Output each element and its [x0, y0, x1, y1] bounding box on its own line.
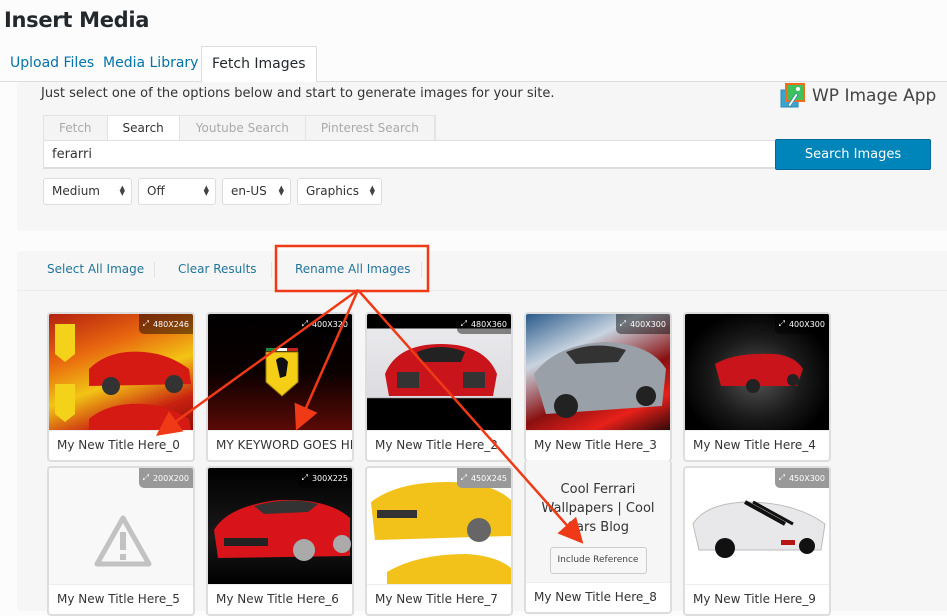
- logo-text: WP Image App: [812, 86, 937, 106]
- image-size-badge: ⤢ 400X300: [774, 314, 829, 334]
- expand-icon[interactable]: ⤢: [461, 319, 467, 329]
- image-size-badge: ⤢ 450X245: [456, 468, 511, 488]
- image-thumbnail[interactable]: ⤢ 450X245: [367, 468, 511, 584]
- tab-media-library[interactable]: Media Library: [93, 46, 208, 82]
- tab-fetch-images[interactable]: Fetch Images: [201, 46, 317, 83]
- image-card[interactable]: Cool Ferrari Wallpapers | Cool Cars Blog…: [524, 460, 672, 614]
- image-size-badge: ⤢ 480X246: [138, 314, 193, 334]
- image-title[interactable]: My New Title Here_7: [367, 584, 511, 614]
- image-type-select-value: Graphics: [306, 184, 359, 198]
- image-card[interactable]: ⤢ 450X300 My New Title Here_9: [683, 466, 831, 616]
- image-dimensions: 400X320: [311, 319, 348, 329]
- image-card[interactable]: ⤢ 200X200 My New Title Here_5: [47, 466, 195, 616]
- expand-icon[interactable]: ⤢: [302, 473, 308, 483]
- image-dimensions: 400X300: [788, 319, 825, 329]
- image-dimensions: 300X225: [311, 473, 348, 483]
- size-select[interactable]: Medium ▲ ▼: [43, 178, 132, 205]
- include-reference-button[interactable]: Include Reference: [549, 547, 647, 574]
- image-title[interactable]: My New Title Here_3: [526, 430, 670, 460]
- image-size-badge: ⤢ 400X320: [297, 314, 352, 334]
- image-thumbnail[interactable]: ⤢ 450X300: [685, 468, 829, 584]
- language-select-value: en-US: [231, 184, 267, 198]
- select-arrows-icon: ▲ ▼: [278, 184, 284, 197]
- image-size-badge: ⤢ 480X360: [456, 314, 511, 334]
- image-thumbnail[interactable]: ⤢ 400X320: [208, 314, 352, 430]
- image-title[interactable]: My New Title Here_8: [526, 582, 670, 612]
- language-select[interactable]: en-US ▲ ▼: [222, 178, 291, 205]
- image-thumbnail[interactable]: ⤢ 480X246: [49, 314, 193, 430]
- wp-image-app-logo: WP Image App: [780, 83, 936, 109]
- expand-icon[interactable]: ⤢: [620, 319, 626, 329]
- search-type-tabs: Fetch Search Youtube Search Pinterest Se…: [43, 115, 436, 140]
- image-card[interactable]: ⤢ 480X246 My New Title Here_0: [47, 312, 195, 462]
- expand-icon[interactable]: ⤢: [461, 473, 467, 483]
- expand-icon[interactable]: ⤢: [779, 473, 785, 483]
- image-dimensions: 480X360: [470, 319, 507, 329]
- image-card[interactable]: ⤢ 450X245 My New Title Here_7: [365, 466, 513, 616]
- rename-all-images-link[interactable]: Rename All Images: [295, 262, 411, 276]
- expand-icon[interactable]: ⤢: [779, 319, 785, 329]
- safe-search-select[interactable]: Off ▲ ▼: [138, 178, 216, 205]
- image-title[interactable]: My New Title Here_2: [367, 430, 511, 460]
- image-dimensions: 400X300: [629, 319, 666, 329]
- tab-upload-files[interactable]: Upload Files: [0, 46, 104, 82]
- search-input[interactable]: [43, 140, 776, 169]
- image-title[interactable]: My New Title Here_5: [49, 584, 193, 614]
- image-size-badge: ⤢ 400X300: [615, 314, 670, 334]
- divider: [421, 262, 422, 278]
- image-card[interactable]: ⤢ 400X320 MY KEYWORD GOES HE: [206, 312, 354, 462]
- modal-title: Insert Media: [4, 8, 150, 32]
- image-card[interactable]: ⤢ 480X360 My New Title Here_2: [365, 312, 513, 462]
- image-thumbnail[interactable]: ⤢ 400X300: [526, 314, 670, 430]
- divider: [154, 262, 155, 278]
- image-thumbnail[interactable]: ⤢ 480X360: [367, 314, 511, 430]
- reference-text: Cool Ferrari Wallpapers | Cool Cars Blog: [541, 482, 655, 535]
- size-select-value: Medium: [52, 184, 100, 198]
- select-arrows-icon: ▲ ▼: [119, 184, 125, 197]
- image-card[interactable]: ⤢ 300X225 My New Title Here_6: [206, 466, 354, 616]
- image-size-badge: ⤢ 450X300: [774, 468, 829, 488]
- image-type-select[interactable]: Graphics ▲ ▼: [297, 178, 382, 205]
- select-arrows-icon: ▲ ▼: [203, 184, 209, 197]
- image-dimensions: 450X245: [470, 473, 507, 483]
- search-tab-search[interactable]: Search: [107, 116, 180, 140]
- reference-panel: Cool Ferrari Wallpapers | Cool Cars Blog…: [526, 460, 670, 582]
- select-all-images-link[interactable]: Select All Image: [47, 262, 144, 276]
- search-tab-fetch[interactable]: Fetch: [44, 116, 108, 140]
- image-title[interactable]: My New Title Here_6: [208, 584, 352, 614]
- image-size-badge: ⤢ 200X200: [138, 468, 193, 488]
- image-app-icon: [780, 83, 805, 108]
- image-thumbnail[interactable]: ⤢ 300X225: [208, 468, 352, 584]
- results-action-bar: [17, 251, 947, 291]
- search-tab-pinterest[interactable]: Pinterest Search: [306, 116, 435, 140]
- image-card[interactable]: ⤢ 400X300 My New Title Here_3: [524, 312, 672, 462]
- image-dimensions: 480X246: [152, 319, 189, 329]
- image-dimensions: 450X300: [788, 473, 825, 483]
- expand-icon[interactable]: ⤢: [143, 473, 149, 483]
- image-thumbnail[interactable]: ⤢ 200X200: [49, 468, 193, 584]
- image-thumbnail[interactable]: ⤢ 400X300: [685, 314, 829, 430]
- media-router: Upload Files Media Library Fetch Images: [0, 46, 947, 83]
- expand-icon[interactable]: ⤢: [143, 319, 149, 329]
- image-title[interactable]: MY KEYWORD GOES HE: [208, 430, 352, 460]
- filter-selects: Medium ▲ ▼ Off ▲ ▼ en-US ▲ ▼ Graphics ▲ ▼: [43, 178, 382, 205]
- image-title[interactable]: My New Title Here_4: [685, 430, 829, 460]
- intro-text: Just select one of the options below and…: [41, 86, 555, 101]
- image-dimensions: 200X200: [152, 473, 189, 483]
- search-images-button[interactable]: Search Images: [775, 139, 931, 170]
- select-arrows-icon: ▲ ▼: [369, 184, 375, 197]
- safe-search-select-value: Off: [147, 184, 165, 198]
- search-tab-youtube[interactable]: Youtube Search: [180, 116, 306, 140]
- image-title[interactable]: My New Title Here_0: [49, 430, 193, 460]
- image-title[interactable]: My New Title Here_9: [685, 584, 829, 614]
- expand-icon[interactable]: ⤢: [302, 319, 308, 329]
- image-card[interactable]: ⤢ 400X300 My New Title Here_4: [683, 312, 831, 462]
- image-size-badge: ⤢ 300X225: [297, 468, 352, 488]
- clear-results-link[interactable]: Clear Results: [178, 262, 257, 276]
- divider: [271, 262, 272, 278]
